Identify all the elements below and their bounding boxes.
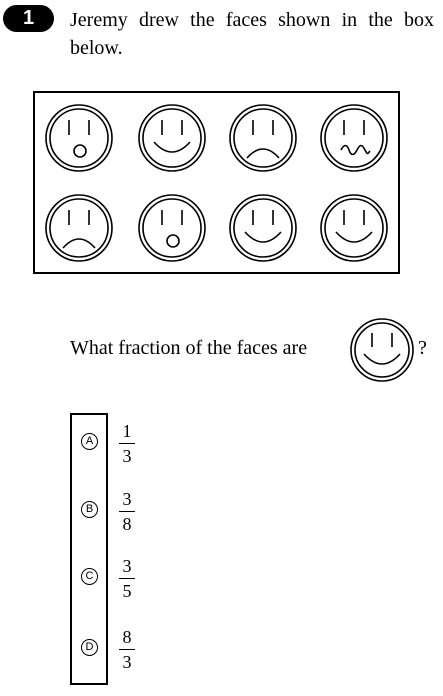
choice-b-bubble[interactable]: B xyxy=(81,501,98,518)
numerator: 8 xyxy=(122,627,132,647)
fraction-bar xyxy=(119,578,135,579)
face-open-o-icon xyxy=(138,194,206,262)
fraction-bar xyxy=(119,649,135,650)
numerator: 3 xyxy=(122,489,132,509)
choice-c-bubble[interactable]: C xyxy=(81,568,98,585)
choice-a-bubble[interactable]: A xyxy=(81,433,98,450)
denominator: 5 xyxy=(122,581,132,601)
question-number: 1 xyxy=(22,7,35,29)
face-squiggle-icon xyxy=(320,104,388,172)
question-mark: ? xyxy=(418,337,427,359)
face-frown-icon xyxy=(45,194,113,262)
question-prompt: What fraction of the faces are xyxy=(70,337,308,359)
question-number-badge: 1 xyxy=(3,5,54,32)
denominator: 3 xyxy=(122,652,132,672)
fraction-bar xyxy=(119,443,135,444)
question-stem: Jeremy drew the faces shown in the box b… xyxy=(70,9,434,59)
face-frown-icon xyxy=(229,104,297,172)
face-smile-icon xyxy=(229,194,297,262)
smiley-face-icon xyxy=(350,318,414,382)
face-smile-icon xyxy=(320,194,388,262)
faces-grid xyxy=(45,104,388,262)
choice-d-fraction: 83 xyxy=(117,627,137,672)
fraction-bar xyxy=(119,511,135,512)
numerator: 3 xyxy=(122,556,132,576)
face-open-o-icon xyxy=(45,104,113,172)
choice-c-fraction: 35 xyxy=(117,556,137,601)
choice-d-bubble[interactable]: D xyxy=(81,639,98,656)
face-smile-icon xyxy=(138,104,206,172)
faces-box xyxy=(33,91,400,274)
choice-b-fraction: 38 xyxy=(117,489,137,534)
denominator: 3 xyxy=(122,446,132,466)
numerator: 1 xyxy=(122,421,132,441)
denominator: 8 xyxy=(122,514,132,534)
choice-a-fraction: 13 xyxy=(117,421,137,466)
